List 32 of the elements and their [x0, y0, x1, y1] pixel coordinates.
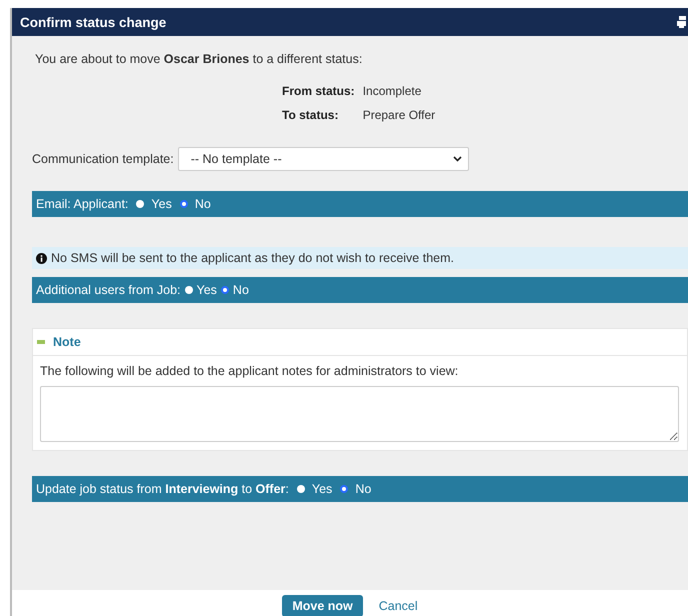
radio-button[interactable] [180, 200, 188, 208]
option-label: Additional users from Job: [36, 283, 181, 297]
radio-button[interactable] [296, 485, 305, 493]
radio-button[interactable] [220, 286, 229, 294]
radio-button[interactable] [136, 200, 144, 208]
intro-text: You are about to move Oscar Briones to a different status: [35, 52, 364, 66]
template-label: Communication template: [32, 152, 174, 166]
radio-label[interactable]: Yes [312, 482, 332, 496]
printer-icon[interactable] [677, 16, 686, 28]
template-dropdown[interactable]: -- No template -- [178, 147, 469, 171]
info-icon [36, 252, 47, 264]
status-label: To status: [282, 108, 340, 122]
option-label: Email: Applicant: [36, 197, 128, 211]
info-text: No SMS will be sent to the applicant as they do not wish to receive them. [51, 251, 454, 265]
radio-label[interactable]: Yes [196, 283, 217, 297]
note-title: Note [53, 335, 81, 349]
option-label: Update job status from Interviewing to Offer: [36, 482, 289, 496]
chevron-down-icon [452, 156, 462, 162]
radio-label[interactable]: No [355, 482, 372, 496]
note-text: The following will be added to the applicant notes for administrators to view: [40, 364, 460, 378]
cancel-link[interactable]: Cancel [378, 595, 418, 613]
status-label: From status: [282, 84, 355, 98]
radio-label[interactable]: No [194, 197, 211, 211]
status-value: Prepare Offer [362, 108, 436, 122]
dialog-title: Confirm status change [20, 14, 166, 30]
radio-label[interactable]: No [232, 283, 249, 297]
move-now-button[interactable]: Move now [282, 595, 363, 616]
radio-button[interactable] [340, 485, 348, 493]
status-value: Incomplete [362, 84, 422, 98]
note-input[interactable] [40, 386, 679, 442]
radio-button[interactable] [184, 286, 193, 294]
radio-label[interactable]: Yes [151, 197, 172, 211]
